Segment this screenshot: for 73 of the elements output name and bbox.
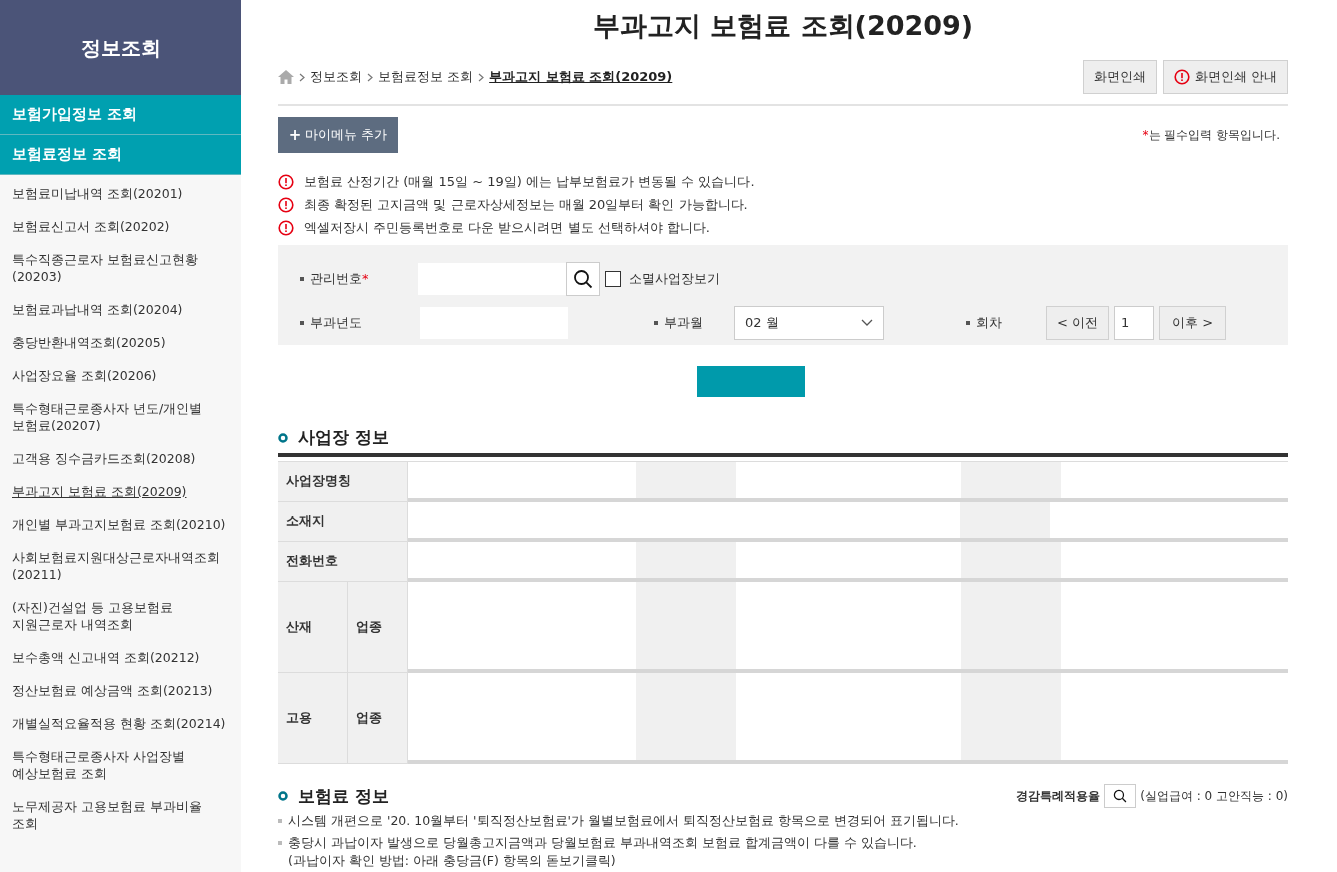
sidebar-item[interactable]: 개인별 부과고지보험료 조회(20210)	[0, 508, 241, 541]
breadcrumb-link[interactable]: 정보조회	[310, 67, 362, 87]
management-number-field[interactable]	[418, 263, 566, 295]
table-header-cell: 소재지	[278, 501, 408, 542]
table-header-cell: 업종	[348, 672, 408, 764]
notice-text: 엑셀저장시 주민등록번호로 다운 받으시려면 별도 선택하셔야 합니다.	[304, 219, 710, 238]
sidebar-title: 정보조회	[80, 34, 161, 62]
sidebar-item[interactable]: 충당반환내역조회(20205)	[0, 326, 241, 359]
sidebar-item[interactable]: 사회보험료지원대상근로자내역조회 (20211)	[0, 541, 241, 591]
bullet-icon	[300, 321, 304, 325]
search-icon	[573, 269, 593, 289]
sidebar-item[interactable]: 보험료신고서 조회(20202)	[0, 210, 241, 243]
breadcrumb-link[interactable]: 부과고지 보험료 조회(20209)	[489, 67, 673, 87]
required-note: *는 필수입력 항목입니다.	[1142, 127, 1281, 144]
sidebar-item[interactable]: 고객용 징수금카드조회(20208)	[0, 442, 241, 475]
search-icon	[1113, 789, 1128, 804]
page-title: 부과고지 보험료 조회(20209)	[591, 9, 975, 43]
sidebar-item[interactable]: 보험료과납내역 조회(20204)	[0, 293, 241, 326]
chevron-icon	[478, 72, 485, 82]
sidebar-item[interactable]: 개별실적요율적용 현황 조회(20214)	[0, 707, 241, 740]
add-mymenu-button[interactable]: + 마이메뉴 추가	[278, 117, 398, 153]
bullet-icon	[300, 277, 304, 281]
print-button[interactable]: 화면인쇄	[1082, 60, 1157, 94]
bullet-ring-icon	[278, 432, 288, 443]
chevron-icon	[299, 72, 305, 82]
sidebar-item[interactable]: 정산보험료 예상금액 조회(20213)	[0, 674, 241, 707]
sidebar-item[interactable]: 특수형태근로종사자 사업장별 예상보험료 조회	[0, 740, 241, 790]
sidebar-item[interactable]: 사업장요율 조회(20206)	[0, 359, 241, 392]
chevron-down-icon	[861, 319, 873, 327]
closed-workplace-checkbox[interactable]	[605, 271, 621, 287]
sidebar-item[interactable]: 특수형태근로종사자 년도/개인별 보험료(20207)	[0, 392, 241, 442]
bullet-icon	[654, 321, 658, 325]
round-field[interactable]: 1	[1114, 306, 1155, 340]
table-header-cell: 업종	[348, 581, 408, 673]
table-header-cell: 전화번호	[278, 541, 408, 582]
info-icon	[1173, 69, 1190, 85]
section-title: 보험료 정보	[298, 784, 389, 808]
info-text: 충당시 과납이자 발생으로 당월총고지금액과 당월보험료 부과내역조회 보험료 합계금액이 다를 수 있습니다. (과납이자 확인 방법: 아래 충당금(F) 항목의 돋보기클릭)	[288, 834, 917, 870]
chevron-icon	[367, 72, 373, 82]
search-button[interactable]	[566, 262, 600, 296]
info-text: 시스템 개편으로 '20. 10월부터 '퇴직정산보험료'가 월별보험료에서 퇴직정산보험료 항목으로 변경되어 표기됩니다.	[288, 812, 959, 830]
bullet-icon	[966, 321, 970, 325]
warning-icon	[278, 220, 294, 236]
print-button[interactable]: 화면인쇄 안내	[1162, 60, 1288, 94]
table-header-cell: 산재	[278, 581, 348, 673]
table-header-cell: 고용	[278, 672, 348, 764]
bullet-ring-icon	[278, 791, 288, 802]
field-label: 회차	[976, 314, 1002, 333]
month-select[interactable]: 02 월	[734, 306, 884, 340]
notice-text: 보험료 산정기간 (매월 15일 ~ 19일) 에는 납부보험료가 변동될 수 있습니다.	[304, 173, 755, 192]
breadcrumb-link[interactable]: 보험료정보 조회	[378, 67, 474, 87]
notice-text: 최종 확정된 고지금액 및 근로자상세정보는 매월 20일부터 확인 가능합니다.	[304, 196, 748, 215]
sidebar-item[interactable]: (자진)건설업 등 고용보험료 지원근로자 내역조회	[0, 591, 241, 641]
field-label: 관리번호	[310, 270, 362, 289]
section-title: 사업장 정보	[298, 426, 389, 449]
field-label: 부과월	[664, 314, 703, 333]
rate-search-button[interactable]	[1104, 784, 1137, 809]
previous-button[interactable]: < 이전	[1046, 306, 1110, 340]
checkbox-label: 소멸사업장보기	[629, 270, 720, 289]
sidebar-item[interactable]: 보험료미납내역 조회(20201)	[0, 177, 241, 210]
sidebar-item[interactable]: 부과고지 보험료 조회(20209)	[0, 475, 241, 508]
required-mark: *	[362, 270, 369, 289]
rate-label: 경감특례적용율	[1016, 788, 1101, 806]
warning-icon	[278, 174, 294, 190]
field-label: 부과년도	[310, 314, 362, 333]
sidebar-item[interactable]: 보수총액 신고내역 조회(20212)	[0, 641, 241, 674]
home-icon[interactable]	[278, 70, 294, 84]
sidebar-item[interactable]: 특수직종근로자 보험료신고현황 (20203)	[0, 243, 241, 293]
rate-text: (실업급여 : 0 고안직능 : 0)	[1140, 788, 1288, 806]
next-button[interactable]: 이후 >	[1159, 306, 1227, 340]
table-header-cell: 사업장명칭	[278, 461, 408, 502]
sidebar-item[interactable]: 노무제공자 고용보험료 부과비율 조회	[0, 790, 241, 840]
warning-icon	[278, 197, 294, 213]
